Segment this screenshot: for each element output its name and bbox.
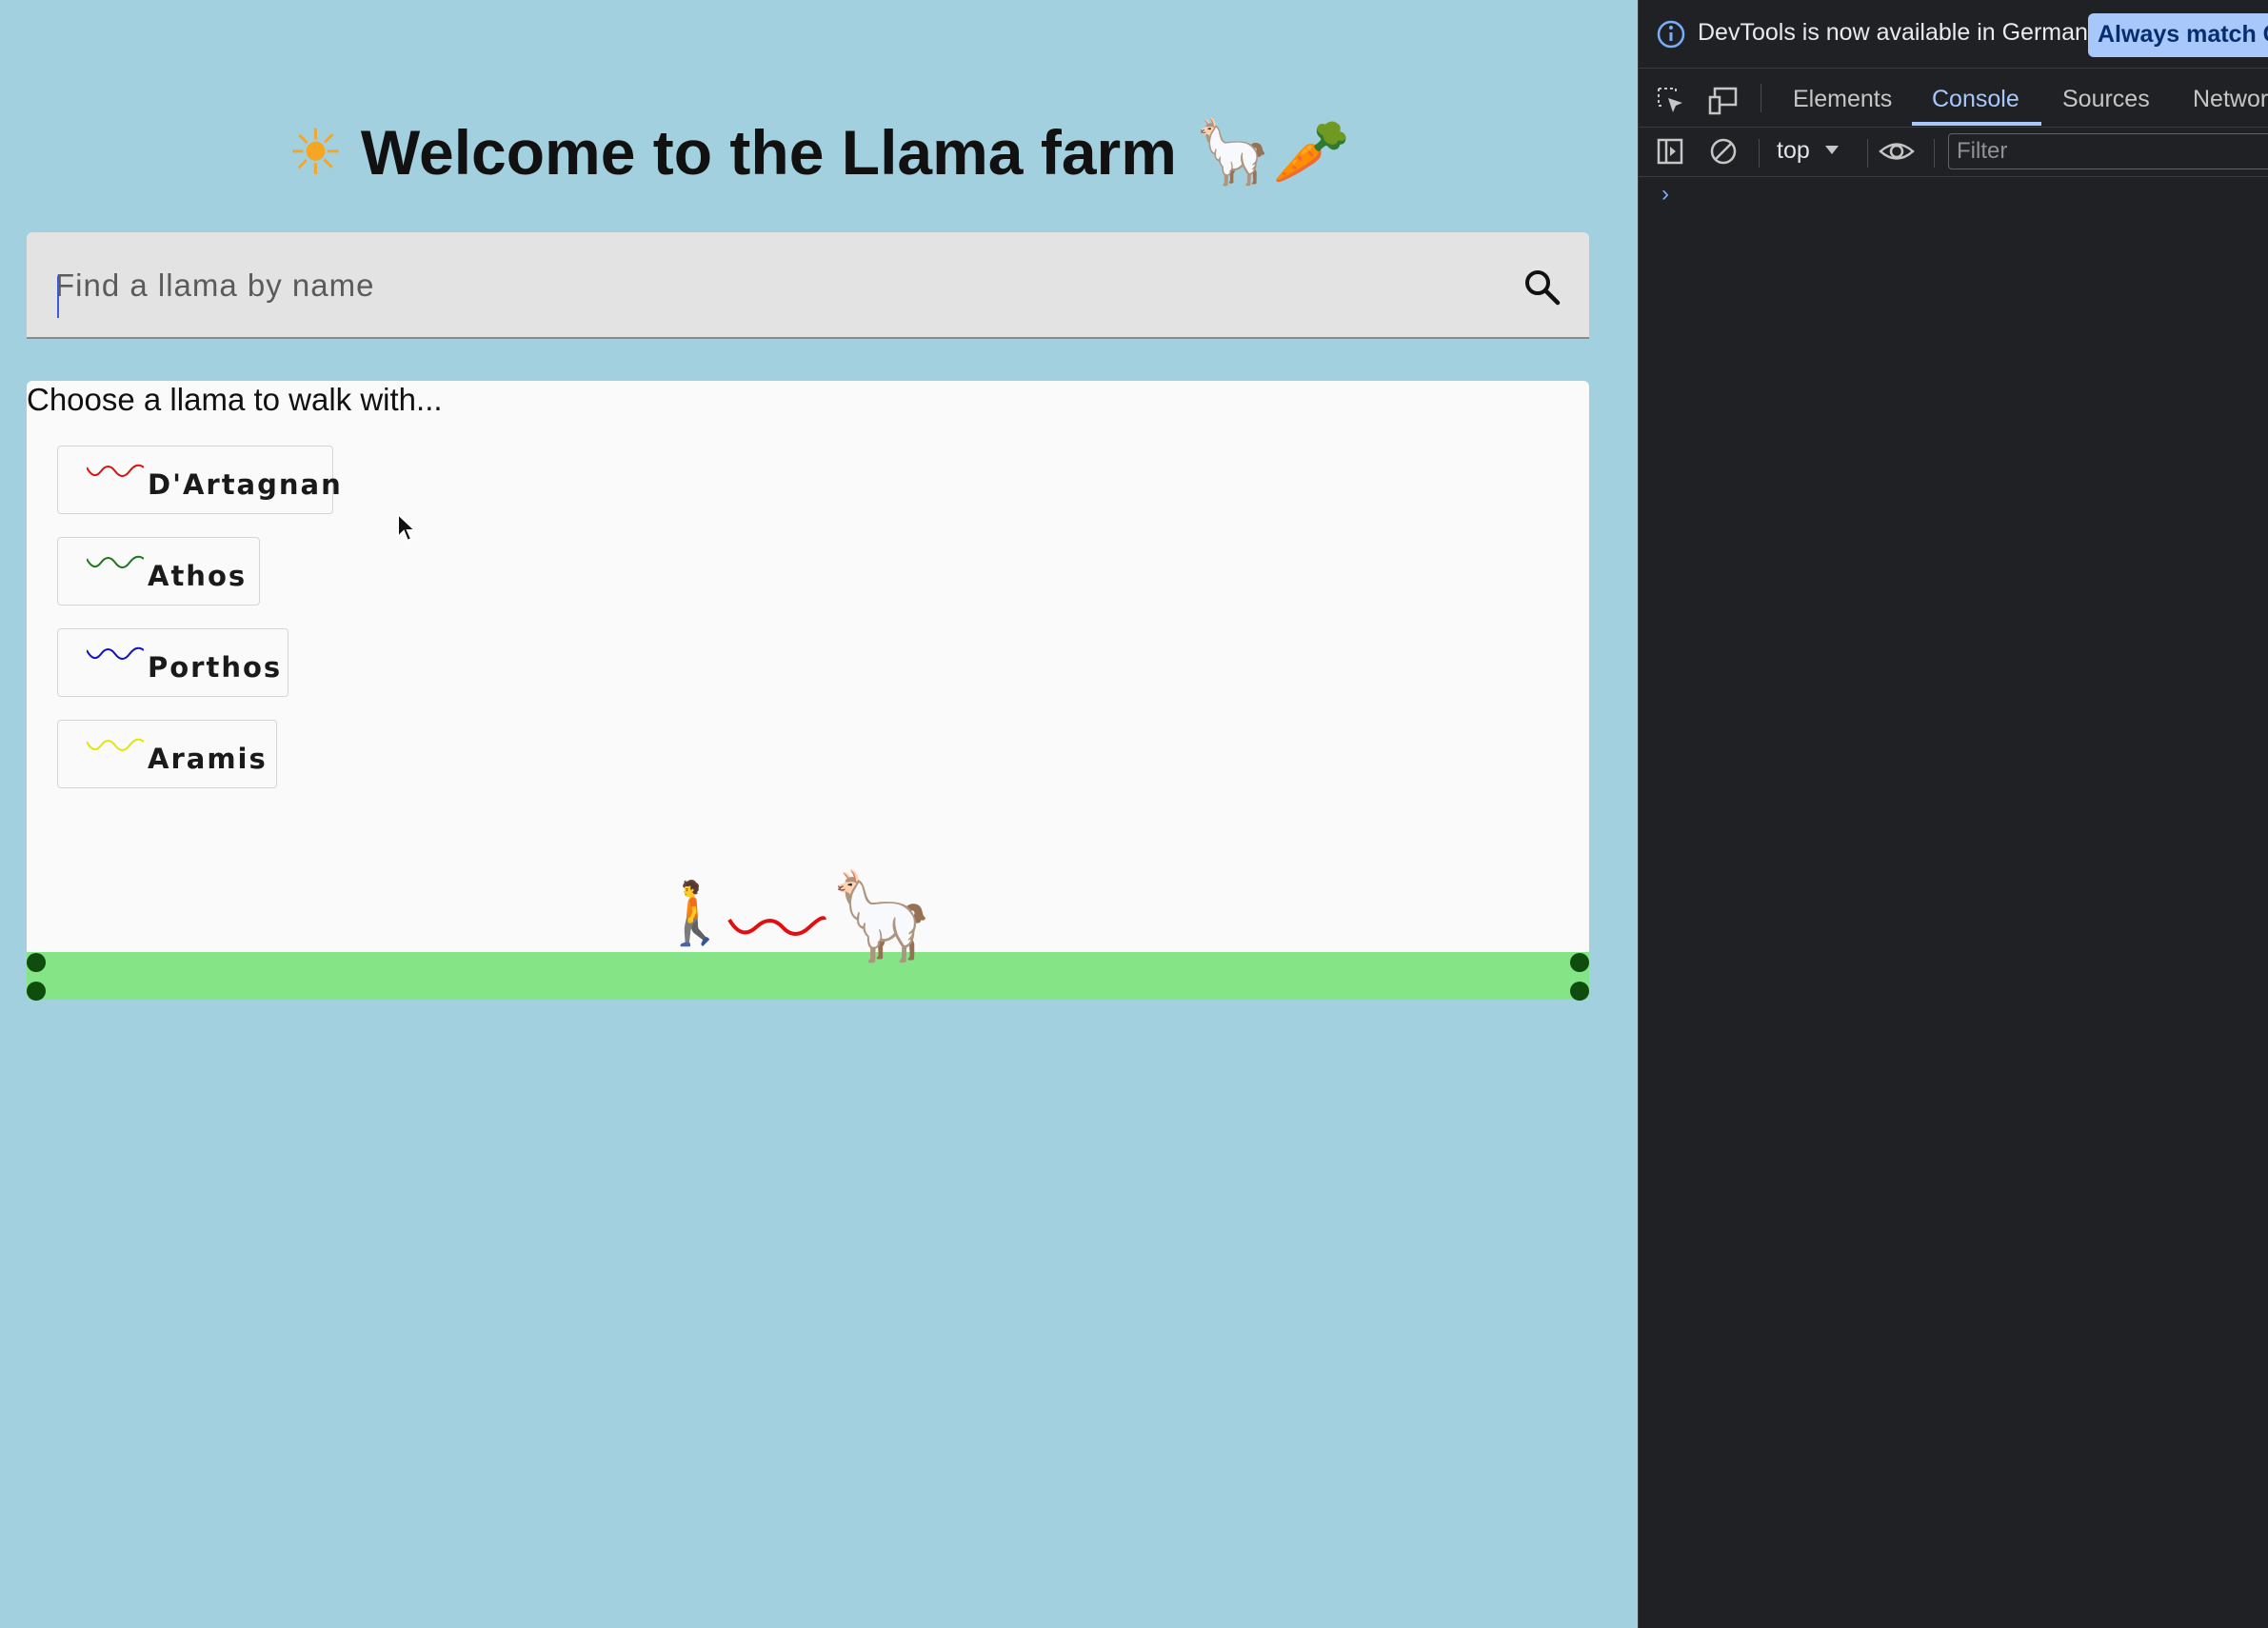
- llama-carrot-icons: 🦙🥕: [1193, 115, 1351, 189]
- llama-button-athos[interactable]: Athos: [57, 537, 260, 606]
- eye-icon[interactable]: [1879, 137, 1915, 166]
- llama-button-aramis[interactable]: Aramis: [57, 720, 277, 788]
- search-icon[interactable]: [1522, 267, 1562, 307]
- info-message: DevTools is now available in German!: [1698, 19, 2095, 46]
- blue-leash-icon: [87, 646, 144, 660]
- corner-dot: [1570, 982, 1589, 1001]
- llama-button-label: Athos: [148, 560, 248, 592]
- text-caret: [57, 276, 59, 318]
- corner-dot: [27, 982, 46, 1001]
- sun-icon: ☀: [287, 115, 344, 189]
- corner-dot: [1570, 953, 1589, 972]
- context-select[interactable]: top: [1777, 137, 1810, 165]
- ground-strip: [27, 952, 1589, 1000]
- web-page: ☀ Welcome to the Llama farm 🦙🥕 Choose a …: [0, 0, 1638, 1628]
- page-title-text: Welcome to the Llama farm: [360, 117, 1177, 188]
- green-leash-icon: [87, 555, 144, 568]
- console-prompt[interactable]: ›: [1661, 181, 1669, 208]
- llama-button-porthos[interactable]: Porthos: [57, 628, 288, 697]
- search-bar[interactable]: [27, 232, 1589, 339]
- sidebar-toggle-icon[interactable]: [1656, 137, 1684, 166]
- llama-button-dartagnan[interactable]: D'Artagnan: [57, 446, 341, 514]
- llama-icon: 🦙: [828, 866, 936, 966]
- devtools-info-bar: DevTools is now available in German! Alw…: [1639, 0, 2268, 69]
- clear-console-icon[interactable]: [1709, 137, 1738, 166]
- leash-line: [727, 916, 826, 936]
- llama-button-label: Aramis: [148, 743, 268, 775]
- console-toolbar: top: [1639, 129, 2268, 177]
- info-icon: [1657, 20, 1685, 49]
- device-toolbar-icon[interactable]: [1707, 86, 1740, 116]
- inspect-element-icon[interactable]: [1656, 86, 1686, 116]
- yellow-leash-icon: [87, 738, 144, 751]
- tab-sources[interactable]: Sources: [2062, 86, 2150, 113]
- devtools-tabs: Elements Console Sources Network: [1639, 76, 2268, 128]
- mouse-cursor-icon: [397, 512, 418, 543]
- corner-dot: [27, 953, 46, 972]
- tab-network[interactable]: Network: [2193, 86, 2268, 113]
- always-match-button[interactable]: Always match Chrome's language: [2088, 13, 2268, 57]
- llama-button-label: D'Artagnan: [148, 468, 343, 501]
- filter-input[interactable]: [1948, 133, 2268, 169]
- llama-button-label: Porthos: [148, 651, 283, 684]
- search-input[interactable]: [55, 259, 1483, 312]
- page-title: ☀ Welcome to the Llama farm 🦙🥕: [0, 105, 1638, 200]
- devtools-panel: DevTools is now available in German! Alw…: [1638, 0, 2268, 1628]
- choose-llama-label: Choose a llama to walk with...: [27, 382, 443, 417]
- tab-console[interactable]: Console: [1932, 86, 2019, 113]
- tab-elements[interactable]: Elements: [1793, 86, 1892, 113]
- chevron-down-icon[interactable]: [1824, 145, 1840, 156]
- red-leash-icon: [87, 464, 144, 477]
- person-walking-icon: 🚶: [657, 879, 733, 949]
- active-tab-indicator: [1912, 122, 2041, 126]
